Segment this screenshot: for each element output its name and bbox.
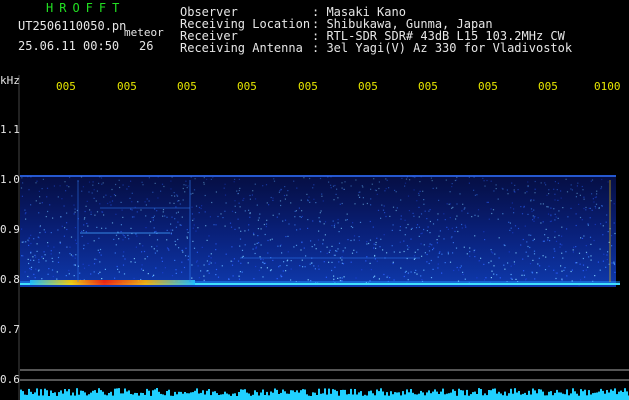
meteor-label: meteor bbox=[124, 26, 164, 39]
x-tick-label: 005 bbox=[538, 80, 558, 93]
x-tick-label: 005 bbox=[418, 80, 438, 93]
filename-label: UT2506110050.pn bbox=[18, 19, 127, 33]
x-tick-label: 005 bbox=[56, 80, 76, 93]
info-key-antenna: Receiving Antenna bbox=[180, 41, 303, 55]
y-label: 1.1 bbox=[0, 123, 20, 136]
axis-unit: kHz bbox=[0, 74, 20, 87]
x-tick-label: 005 bbox=[298, 80, 318, 93]
info-value-antenna: : 3el Yagi(V) Az 330 for Vladivostok bbox=[312, 41, 573, 55]
y-label: 0.7 bbox=[0, 323, 20, 336]
x-tick-label: 005 bbox=[237, 80, 257, 93]
y-label: 1.0 bbox=[0, 173, 20, 186]
count-label: 26 bbox=[139, 39, 154, 53]
spectrogram bbox=[18, 75, 629, 400]
datetime-label: 25.06.11 00:50 bbox=[18, 39, 120, 53]
x-tick-label: 005 bbox=[478, 80, 498, 93]
x-tick-label: 005 bbox=[117, 80, 137, 93]
y-label: 0.9 bbox=[0, 223, 20, 236]
x-tick-label: 005 bbox=[358, 80, 378, 93]
x-tick-label: 0100 bbox=[594, 80, 621, 93]
power-strip bbox=[20, 388, 629, 400]
y-label: 0.8 bbox=[0, 273, 20, 286]
app-title: HROFFT bbox=[46, 1, 126, 15]
x-tick-label: 005 bbox=[177, 80, 197, 93]
y-label: 0.6 bbox=[0, 373, 20, 386]
meteor-echo-streak bbox=[30, 280, 195, 285]
